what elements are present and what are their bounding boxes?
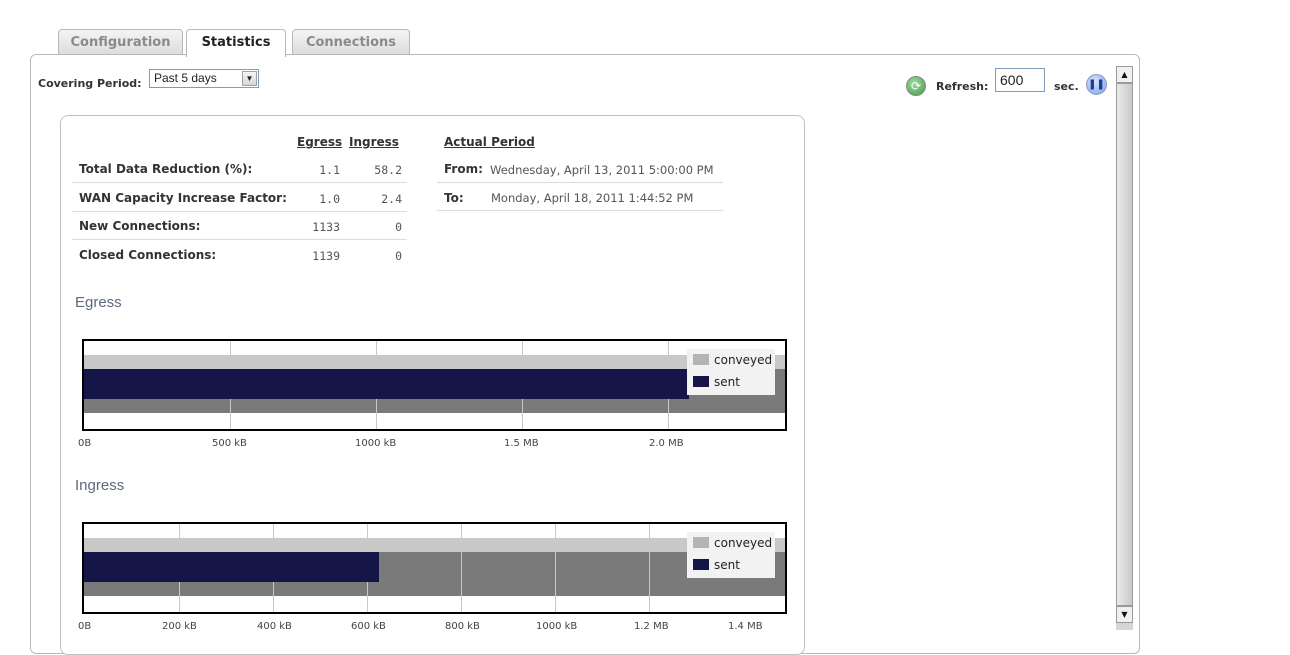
egress-tick-0: 0B — [78, 438, 92, 449]
ingress-tick-400kb: 400 kB — [257, 621, 292, 632]
ingress-tick-1-4mb: 1.4 MB — [728, 621, 763, 632]
vertical-scrollbar[interactable]: ▲ ▼ — [1116, 66, 1133, 630]
refresh-icon[interactable]: ⟳ — [906, 76, 926, 96]
ingress-chart: conveyed sent — [82, 522, 787, 614]
conveyed-band-light — [84, 538, 785, 552]
grid-line — [649, 524, 650, 612]
stat-label-total-data-reduction: Total Data Reduction (%): — [79, 162, 253, 176]
scroll-up-button[interactable]: ▲ — [1116, 66, 1133, 83]
ingress-tick-200kb: 200 kB — [162, 621, 197, 632]
pause-icon[interactable]: ❚❚ — [1086, 74, 1107, 95]
stat-ingress-closed-connections: 0 — [395, 249, 402, 263]
covering-period-value: Past 5 days — [154, 71, 217, 85]
egress-tick-500kb: 500 kB — [212, 438, 247, 449]
row-divider — [437, 182, 723, 183]
covering-period-select[interactable]: Past 5 days ▼ — [149, 69, 259, 88]
stat-egress-new-connections: 1133 — [312, 220, 340, 234]
grid-line — [555, 524, 556, 612]
tab-configuration[interactable]: Configuration — [58, 29, 183, 55]
to-label: To: — [444, 191, 464, 205]
row-divider — [72, 182, 407, 183]
row-divider — [72, 211, 407, 212]
egress-chart-title: Egress — [75, 294, 122, 311]
from-value: Wednesday, April 13, 2011 5:00:00 PM — [490, 163, 714, 177]
egress-legend: conveyed sent — [687, 349, 775, 395]
refresh-label: Refresh: — [936, 80, 989, 93]
legend-item-conveyed: conveyed — [693, 536, 772, 550]
stat-egress-wan-capacity: 1.0 — [319, 192, 340, 206]
stat-egress-closed-connections: 1139 — [312, 249, 340, 263]
from-label: From: — [444, 162, 483, 176]
row-divider — [72, 239, 407, 240]
chevron-down-icon[interactable]: ▼ — [242, 71, 257, 86]
actual-period-heading: Actual Period — [444, 135, 535, 149]
stat-ingress-new-connections: 0 — [395, 220, 402, 234]
legend-item-sent: sent — [693, 558, 740, 572]
row-divider — [437, 210, 723, 211]
egress-tick-1-5mb: 1.5 MB — [504, 438, 539, 449]
stat-label-closed-connections: Closed Connections: — [79, 248, 217, 262]
ingress-chart-title: Ingress — [75, 477, 125, 494]
scroll-down-button[interactable]: ▼ — [1116, 606, 1133, 623]
refresh-unit-label: sec. — [1054, 80, 1079, 93]
legend-item-sent: sent — [693, 375, 740, 389]
ingress-column-header: Ingress — [349, 135, 399, 149]
ingress-tick-1-2mb: 1.2 MB — [634, 621, 669, 632]
egress-tick-2-0mb: 2.0 MB — [649, 438, 684, 449]
egress-tick-1000kb: 1000 kB — [355, 438, 397, 449]
ingress-tick-1000kb: 1000 kB — [536, 621, 578, 632]
grid-line — [461, 524, 462, 612]
ingress-legend: conveyed sent — [687, 532, 775, 578]
tab-statistics[interactable]: Statistics — [186, 29, 286, 57]
stat-ingress-total-data-reduction: 58.2 — [374, 163, 402, 177]
egress-sent-bar — [84, 369, 689, 399]
ingress-sent-bar — [84, 552, 379, 582]
stat-egress-total-data-reduction: 1.1 — [319, 163, 340, 177]
ingress-tick-0: 0B — [78, 621, 92, 632]
conveyed-band-light — [84, 355, 785, 369]
to-value: Monday, April 18, 2011 1:44:52 PM — [491, 191, 694, 205]
stat-ingress-wan-capacity: 2.4 — [381, 192, 402, 206]
covering-period-label: Covering Period: — [38, 77, 142, 90]
stat-label-wan-capacity: WAN Capacity Increase Factor: — [79, 191, 287, 205]
egress-column-header: Egress — [297, 135, 343, 149]
refresh-interval-input[interactable]: 600 — [995, 68, 1045, 92]
tab-connections[interactable]: Connections — [292, 29, 410, 55]
legend-item-conveyed: conveyed — [693, 353, 772, 367]
egress-chart: conveyed sent — [82, 339, 787, 431]
stat-label-new-connections: New Connections: — [79, 219, 201, 233]
scroll-thumb[interactable] — [1116, 83, 1133, 606]
ingress-tick-600kb: 600 kB — [351, 621, 386, 632]
ingress-tick-800kb: 800 kB — [445, 621, 480, 632]
